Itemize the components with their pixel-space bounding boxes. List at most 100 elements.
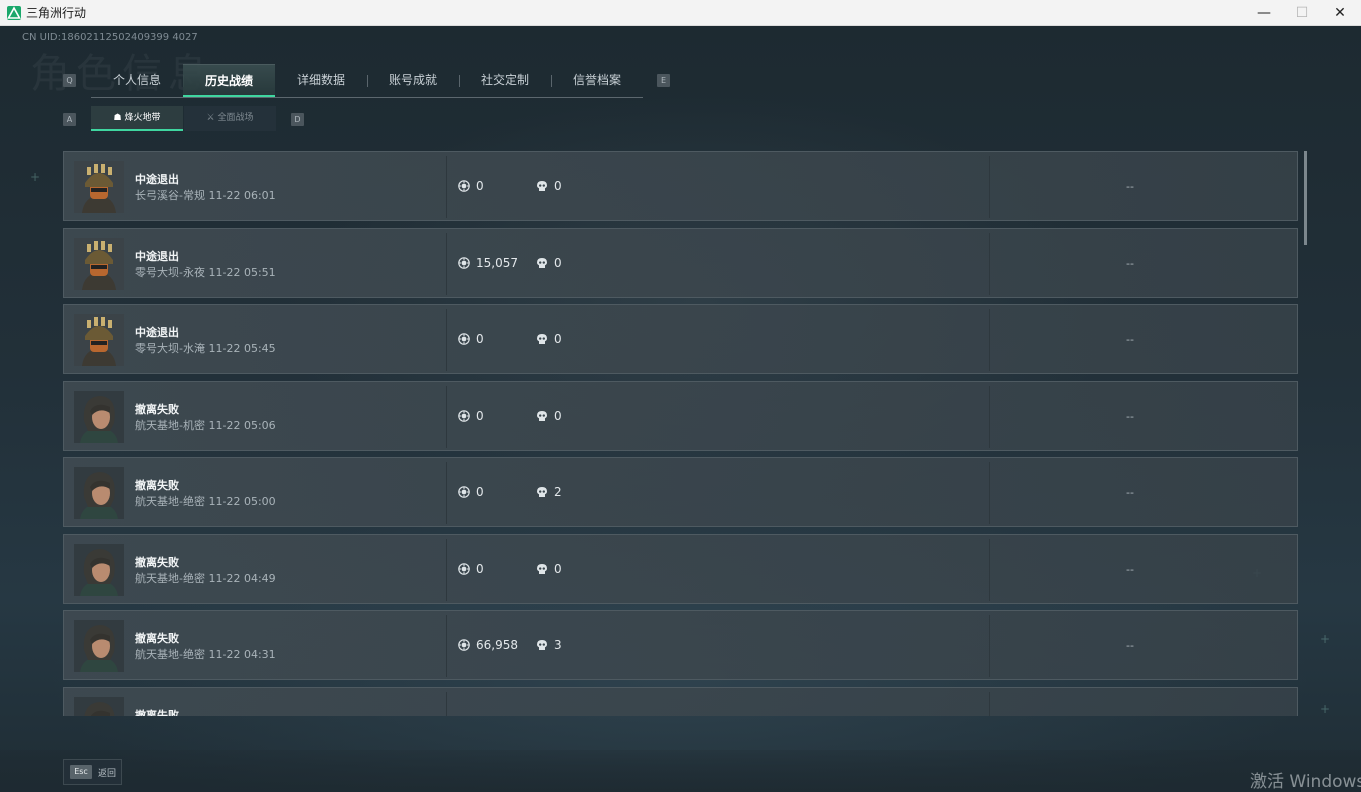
coin-icon	[458, 562, 470, 575]
match-record-row[interactable]: 撤离失败 航天基地-机密 11-22 05:06 0 0 --	[63, 380, 1298, 451]
prev-tab-key-hint[interactable]: Q	[63, 74, 76, 87]
operations-zone-icon: ☗	[113, 113, 122, 123]
match-value: 0	[458, 562, 484, 576]
subtab-warfare[interactable]: ⚔ 全面战场	[184, 106, 276, 131]
match-kills-count: 0	[554, 561, 562, 576]
match-map: 零号大坝-水淹	[135, 342, 205, 355]
coin-icon	[458, 409, 470, 422]
next-subtab-key-hint[interactable]: D	[291, 113, 304, 126]
operator-avatar	[74, 696, 124, 716]
match-map-time: 零号大坝-水淹 11-22 05:45	[135, 340, 276, 356]
match-map: 航天基地-机密	[135, 418, 205, 432]
row-divider	[989, 156, 990, 218]
deco-plus-icon: +	[30, 170, 41, 184]
match-kills-count: 0	[554, 408, 562, 423]
close-button[interactable]: ✕	[1321, 0, 1359, 26]
match-kills: 2	[536, 485, 562, 499]
match-record-row[interactable]: 撤离失败 航天基地-绝密 11-22 04:31 66,958 3 --	[63, 610, 1298, 680]
match-time: 11-22 04:31	[208, 648, 276, 661]
bottom-bar	[0, 750, 1361, 792]
row-divider	[446, 462, 447, 524]
back-button[interactable]: Esc 返回	[63, 759, 122, 785]
operator-avatar	[74, 161, 124, 213]
match-kills: 3	[536, 638, 562, 652]
match-value: 0	[458, 179, 484, 193]
tab-profile[interactable]: 个人信息	[91, 64, 183, 97]
match-extra-info: --	[1126, 639, 1134, 652]
skull-icon	[537, 487, 547, 497]
row-divider	[446, 156, 447, 218]
player-uid: CN UID:18602112502409399 4027	[22, 32, 198, 43]
match-map: 航天基地-绝密	[135, 648, 205, 661]
match-extra-info: --	[1126, 333, 1134, 346]
match-value-amount: 15,057	[476, 255, 518, 270]
match-value: 0	[458, 409, 484, 423]
coin-icon	[458, 486, 470, 498]
match-outcome: 中途退出	[135, 249, 179, 263]
match-value: 0	[458, 332, 484, 346]
match-map-time: 航天基地-绝密 11-22 05:00	[135, 493, 276, 509]
window-titlebar: 三角洲行动 — ☐ ✕	[0, 0, 1361, 26]
tab-social-custom[interactable]: 社交定制	[459, 64, 551, 97]
row-divider	[989, 309, 990, 371]
row-divider	[446, 691, 447, 716]
match-value-amount: 0	[476, 332, 484, 346]
list-scrollbar[interactable]	[1304, 151, 1307, 245]
match-map-time: 零号大坝-永夜 11-22 05:51	[135, 264, 276, 280]
minimize-button[interactable]: —	[1245, 0, 1283, 26]
match-kills-count: 0	[554, 332, 562, 346]
match-time: 11-22 04:49	[208, 571, 276, 585]
match-time: 11-22 05:06	[208, 418, 276, 432]
match-kills: 0	[536, 562, 562, 576]
coin-icon	[458, 639, 470, 651]
match-history-list: 中途退出 长弓溪谷-常规 11-22 06:01 0 0 -- 中途退出 零号大坝-永夜 1…	[63, 151, 1298, 716]
match-map-time: 航天基地-绝密 11-22 04:49	[135, 570, 276, 586]
coin-icon	[458, 180, 470, 192]
tab-achievements[interactable]: 账号成就	[367, 64, 459, 97]
match-kills: 0	[536, 332, 562, 346]
match-record-row[interactable]: 撤离失败	[63, 686, 1298, 717]
operator-avatar	[74, 543, 124, 596]
maximize-button[interactable]: ☐	[1283, 0, 1321, 26]
esc-key-hint: Esc	[70, 765, 92, 779]
row-divider	[446, 385, 447, 448]
window-title: 三角洲行动	[26, 6, 87, 20]
game-screen: 角色信息 CN UID:18602112502409399 4027 + + +…	[0, 26, 1361, 792]
match-outcome: 撤离失败	[135, 479, 179, 492]
match-map: 零号大坝-永夜	[135, 265, 205, 279]
next-tab-key-hint[interactable]: E	[657, 74, 670, 87]
match-record-row[interactable]: 中途退出 零号大坝-永夜 11-22 05:51 15,057 0 --	[63, 227, 1298, 298]
match-time: 11-22 05:45	[208, 342, 276, 355]
match-value-amount: 66,958	[476, 638, 518, 652]
match-map: 航天基地-绝密	[135, 495, 205, 508]
match-outcome: 撤离失败	[135, 708, 179, 717]
match-value-amount: 0	[476, 561, 484, 576]
coin-icon	[458, 333, 470, 345]
warfare-icon: ⚔	[206, 113, 215, 123]
match-map-time: 长弓溪谷-常规 11-22 06:01	[135, 187, 276, 203]
prev-subtab-key-hint[interactable]: A	[63, 113, 76, 126]
subtab-label: 烽火地带	[124, 113, 161, 123]
skull-icon	[537, 563, 547, 574]
row-divider	[989, 462, 990, 524]
skull-icon	[537, 410, 547, 421]
tab-credit-record[interactable]: 信誉档案	[551, 64, 643, 97]
tab-match-history[interactable]: 历史战绩	[183, 64, 275, 97]
windows-activation-watermark: 激活 Windows	[1250, 772, 1361, 792]
match-value-amount: 0	[476, 408, 484, 423]
match-map: 长弓溪谷-常规	[135, 189, 205, 202]
match-kills: 0	[536, 256, 562, 270]
match-record-row[interactable]: 撤离失败 航天基地-绝密 11-22 05:00 0 2 --	[63, 457, 1298, 527]
back-label: 返回	[98, 769, 117, 779]
match-record-row[interactable]: 中途退出 零号大坝-水淹 11-22 05:45 0 0 --	[63, 304, 1298, 374]
subtab-operations-zone[interactable]: ☗ 烽火地带	[91, 106, 183, 131]
row-divider	[989, 691, 990, 716]
match-time: 11-22 05:51	[208, 265, 276, 279]
main-tab-bar: 个人信息 历史战绩 详细数据 账号成就 社交定制 信誉档案	[91, 64, 643, 98]
row-divider	[446, 309, 447, 371]
match-record-row[interactable]: 中途退出 长弓溪谷-常规 11-22 06:01 0 0 --	[63, 151, 1298, 221]
tab-detailed-stats[interactable]: 详细数据	[275, 64, 367, 97]
match-kills-count: 0	[554, 179, 562, 193]
row-divider	[989, 615, 990, 677]
match-record-row[interactable]: 撤离失败 航天基地-绝密 11-22 04:49 0 0 --	[63, 533, 1298, 604]
